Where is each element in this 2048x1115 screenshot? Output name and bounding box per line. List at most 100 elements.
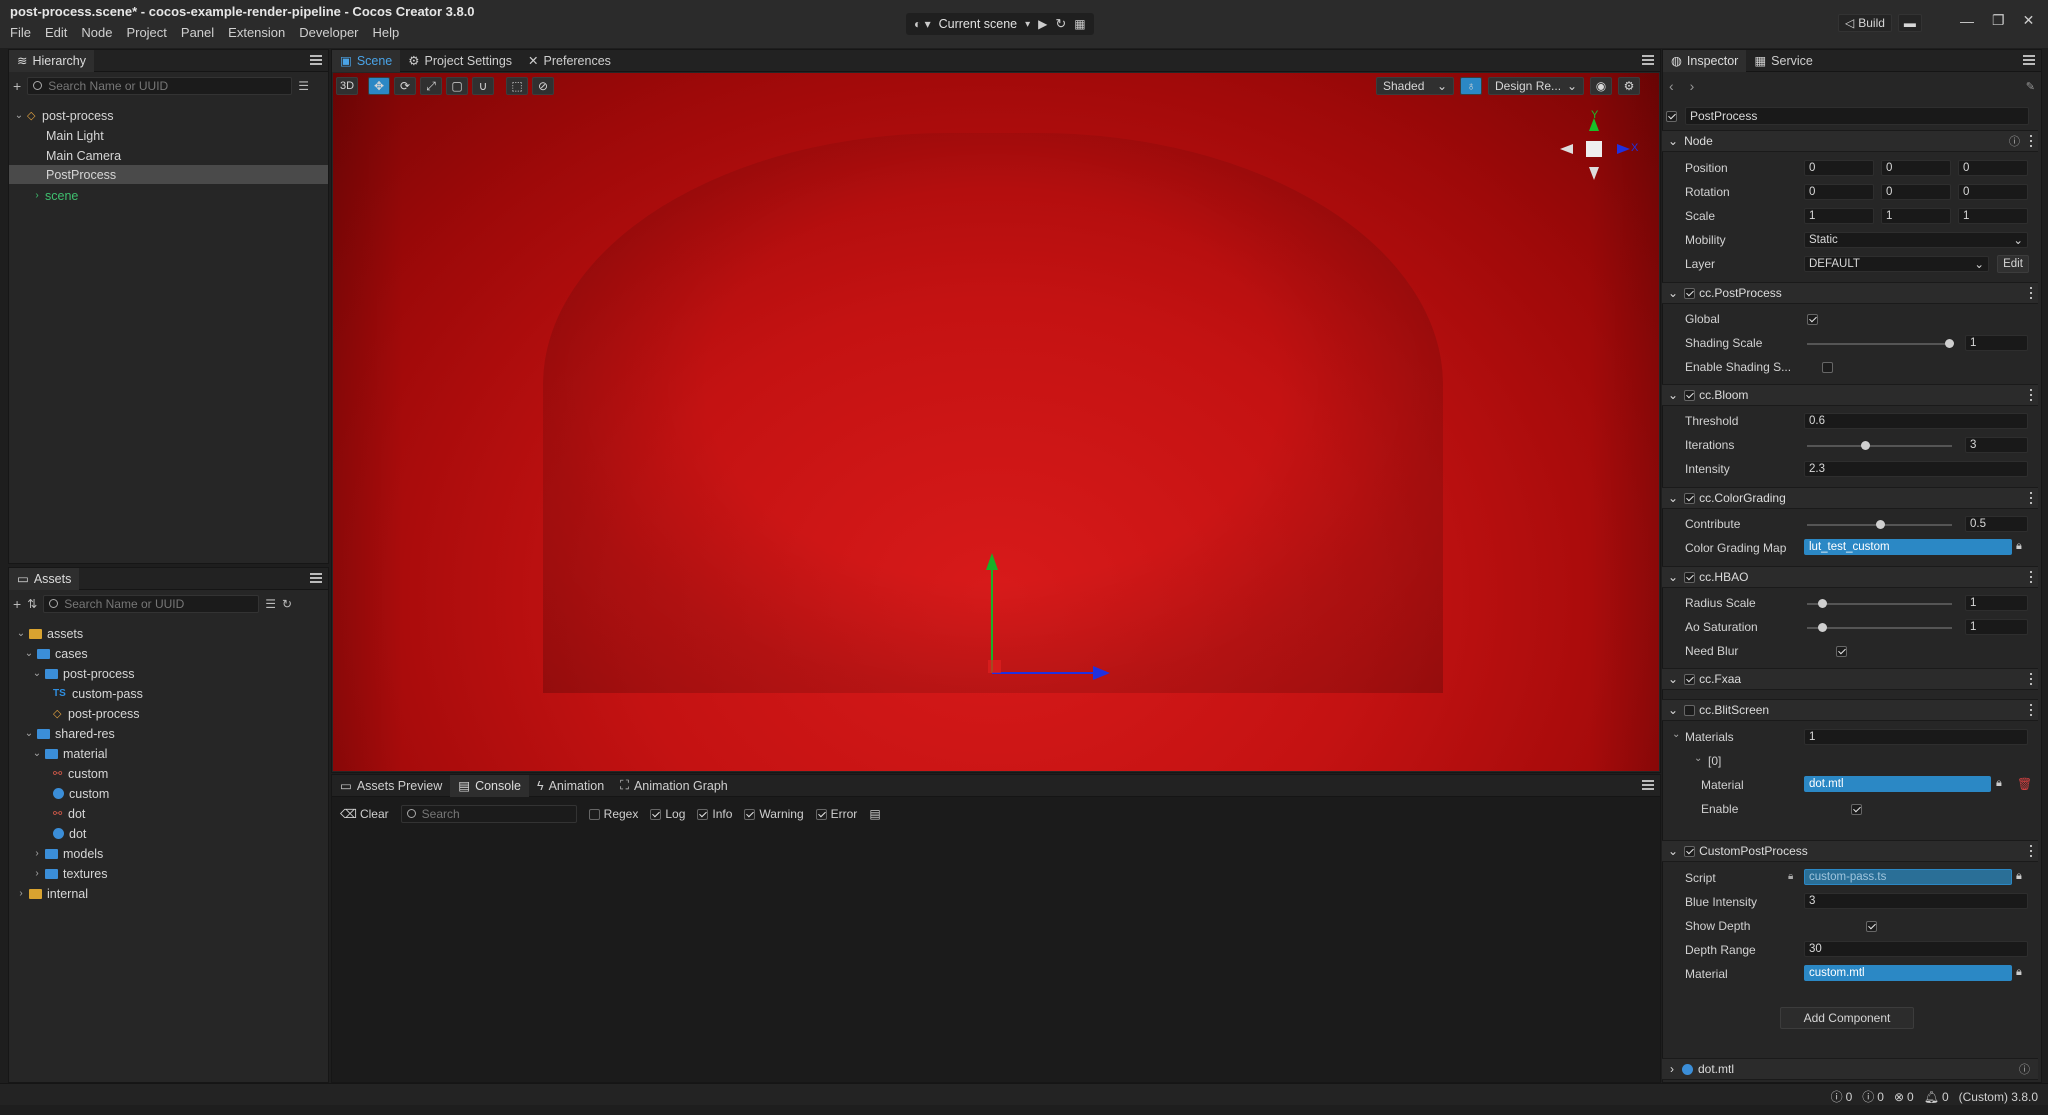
chevron-down-icon[interactable]: ⌄ [32,668,42,679]
node-section-header[interactable]: ⌄ Node ⓘ [1662,130,2038,152]
regex-checkbox[interactable]: Regex [588,807,638,821]
asset-item-models[interactable]: › models [32,844,103,863]
scale-tool-icon[interactable]: ⤢ [420,77,442,95]
restore-icon[interactable]: ❐ [1992,12,2005,29]
blit-material-asset[interactable]: dot.mtl [1804,776,1991,792]
menu-project[interactable]: Project [126,25,166,40]
help-icon[interactable]: ⓘ [2009,133,2020,149]
enable-shading-checkbox[interactable] [1821,362,1833,373]
contribute-input[interactable]: 0.5 [1965,516,2028,532]
panel-menu-icon[interactable] [310,573,322,583]
tree-item-main-light[interactable]: Main Light [46,126,104,145]
tab-inspector[interactable]: ◍ Inspector [1663,49,1747,72]
layer-edit-button[interactable]: Edit [1997,255,2029,273]
component-enable-checkbox[interactable] [1684,845,1696,857]
panel-menu-icon[interactable] [1642,55,1654,65]
warning-count[interactable]: ⓘ 0 [1862,1088,1884,1105]
assets-search-input[interactable]: Search Name or UUID [43,595,260,613]
asset-item-internal[interactable]: › internal [16,884,88,903]
need-blur-checkbox[interactable] [1836,646,1848,657]
blitscreen-header[interactable]: ⌄ cc.BlitScreen [1662,699,2038,721]
asset-item-material-folder[interactable]: ⌄ material [32,744,108,763]
layer-select[interactable]: DEFAULT ⌄ [1804,256,1989,272]
threshold-input[interactable]: 0.6 [1804,413,2028,429]
tab-animation[interactable]: ϟ Animation [529,775,612,797]
position-x-input[interactable]: 0 [1804,160,1874,176]
more-icon[interactable] [2030,135,2032,147]
qr-icon[interactable]: ▦ [1074,17,1085,31]
scene-viewport[interactable]: Y X [333,73,1659,771]
radius-scale-input[interactable]: 1 [1965,595,2028,611]
ao-saturation-slider[interactable] [1807,623,1952,632]
chevron-down-icon[interactable]: ⌄ [1694,753,1702,764]
node-active-checkbox[interactable] [1666,110,1677,122]
tab-console[interactable]: ▤ Console [450,774,529,797]
component-enable-checkbox[interactable] [1684,492,1696,504]
scale-y-input[interactable]: 1 [1881,208,1951,224]
trash-icon[interactable]: 🗑︎ [2017,777,2032,791]
tab-assets-preview[interactable]: ▭ Assets Preview [332,775,450,797]
console-search-input[interactable]: Search [400,805,577,823]
list-icon[interactable]: ☰ [265,597,276,611]
contribute-slider[interactable] [1807,520,1952,529]
slider-knob[interactable] [1861,441,1870,450]
panel-menu-icon[interactable] [1642,780,1654,790]
pivot-icon[interactable]: ⬚ [506,77,528,95]
lock-icon[interactable]: 🔒︎ [2016,540,2022,553]
slider-knob[interactable] [1817,623,1827,632]
orientation-gizmo[interactable] [1558,113,1638,203]
rotation-x-input[interactable]: 0 [1804,184,1874,200]
intensity-input[interactable]: 2.3 [1804,461,2028,477]
component-enable-checkbox[interactable] [1684,287,1696,299]
tree-item-scene[interactable]: › scene [32,186,78,205]
shading-scale-input[interactable]: 1 [1965,335,2028,351]
postprocess-header[interactable]: ⌄ cc.PostProcess [1662,282,2038,304]
custompostprocess-header[interactable]: ⌄ CustomPostProcess [1662,840,2038,862]
asset-item-post-process-folder[interactable]: ⌄ post-process [32,664,135,683]
component-enable-checkbox[interactable] [1684,389,1696,401]
rotation-y-input[interactable]: 0 [1881,184,1951,200]
more-icon[interactable] [2030,704,2032,716]
chevron-down-icon[interactable]: ⌄ [32,748,42,759]
shading-scale-slider[interactable] [1807,339,1955,348]
component-enable-checkbox[interactable] [1684,571,1696,583]
world-icon[interactable]: ⊘ [532,77,554,95]
asset-footer[interactable]: › dot.mtl ⓘ [1662,1058,2038,1080]
component-enable-checkbox[interactable] [1684,704,1696,716]
log-file-icon[interactable]: ▤ [869,807,880,821]
lightbulb-icon[interactable]: ♁ [1460,77,1482,95]
help-icon[interactable]: ⓘ [2019,1061,2030,1077]
lock-icon[interactable]: 🔒︎ [1996,777,2002,790]
asset-item-shared-res[interactable]: ⌄ shared-res [24,724,115,743]
more-icon[interactable] [2030,673,2032,685]
tab-preferences[interactable]: ✕ Preferences [520,50,619,72]
position-y-input[interactable]: 0 [1881,160,1951,176]
back-icon[interactable]: ‹ [1669,78,1674,94]
forward-icon[interactable]: › [1690,78,1695,94]
log-checkbox[interactable]: Log [650,807,685,821]
radius-scale-slider[interactable] [1807,599,1952,608]
tab-project-settings[interactable]: ⚙ Project Settings [400,50,520,72]
refresh-icon[interactable]: ↻ [282,597,292,611]
menu-developer[interactable]: Developer [299,25,358,40]
more-icon[interactable] [2030,492,2032,504]
refresh-icon[interactable]: ↻ [1055,16,1066,32]
asset-item-custom-pass[interactable]: TS custom-pass [53,684,143,703]
hbao-header[interactable]: ⌄ cc.HBAO [1662,566,2038,588]
mode-3d-button[interactable]: 3D [336,77,358,95]
folder-icon[interactable]: ▬ [1897,14,1922,32]
list-icon[interactable]: ☰ [298,79,309,93]
menu-file[interactable]: File [10,25,31,40]
scale-z-input[interactable]: 1 [1958,208,2028,224]
slider-knob[interactable] [1817,599,1827,608]
rotate-tool-icon[interactable]: ⟳ [394,77,416,95]
info-count[interactable]: ⓘ 0 [1831,1088,1853,1105]
resolution-select[interactable]: Design Re... ⌄ [1488,77,1584,95]
add-component-button[interactable]: Add Component [1780,1007,1914,1029]
chevron-down-icon[interactable]: ⌄ [16,628,26,639]
menu-help[interactable]: Help [373,25,400,40]
chevron-right-icon[interactable]: › [32,868,42,879]
chevron-down-icon[interactable]: ⌄ [1672,729,1680,740]
add-icon[interactable]: + [13,78,21,94]
tab-hierarchy[interactable]: ≋ Hierarchy [9,49,94,72]
